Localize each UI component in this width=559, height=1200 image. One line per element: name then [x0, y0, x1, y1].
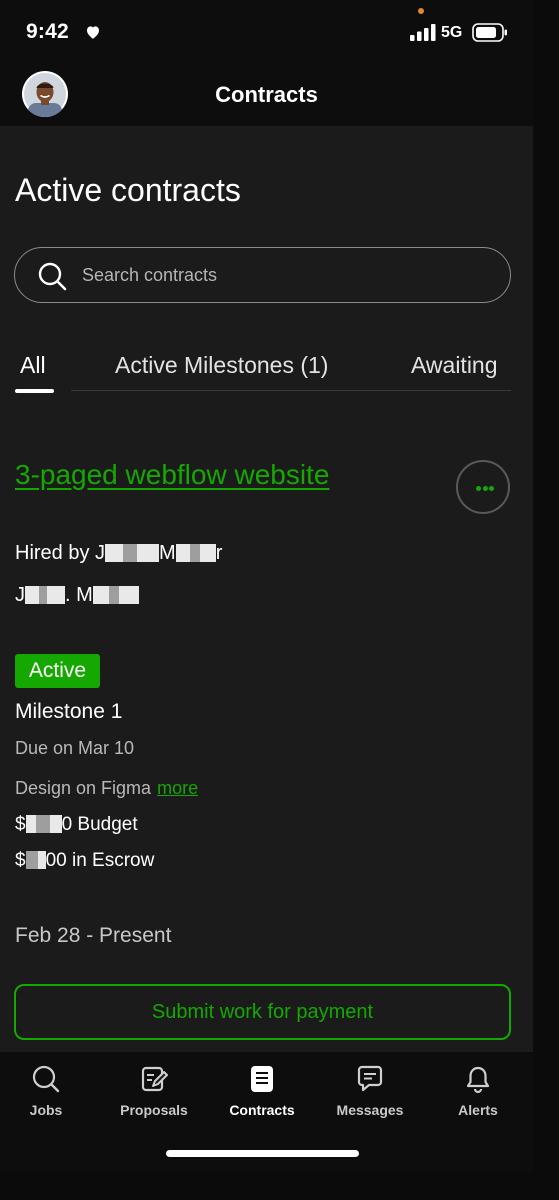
contract-period: Feb 28 - Present [15, 924, 172, 947]
active-tab-indicator [15, 389, 54, 393]
client-name-start: J [15, 584, 25, 606]
status-badge: Active [15, 654, 100, 688]
more-dot-icon [482, 486, 488, 491]
budget-suffix: 0 Budget [61, 814, 138, 835]
page-title: Active contracts [15, 172, 241, 208]
nav-alerts[interactable]: Alerts [424, 1064, 532, 1118]
heart-icon [87, 26, 99, 39]
home-indicator[interactable] [166, 1150, 359, 1157]
milestone-description-text: Design on Figma [15, 778, 152, 798]
hired-by-line: Hired by J Mr [15, 542, 222, 565]
privacy-indicator-dot [418, 8, 424, 14]
milestone-description: Design on Figma more [15, 778, 198, 799]
redacted-block [105, 544, 124, 562]
app-screen: 9:42 5G Contracts Active contracts Searc… [0, 0, 533, 1172]
contract-more-options-button[interactable] [456, 460, 510, 514]
redacted-block [25, 815, 36, 833]
contract-title-link[interactable]: 3-paged webflow website [15, 459, 329, 491]
more-dot-icon [476, 486, 481, 491]
hired-by-end: r [215, 542, 223, 564]
top-navbar: Contracts [0, 62, 533, 126]
escrow-suffix: 00 in Escrow [45, 850, 155, 871]
redacted-block [118, 586, 139, 604]
tab-awaiting[interactable]: Awaiting [411, 352, 498, 379]
search-icon [32, 1065, 60, 1093]
search-icon [38, 262, 67, 291]
redacted-block [108, 586, 119, 604]
page-header-title: Contracts [215, 82, 318, 107]
tab-all[interactable]: All [20, 352, 46, 379]
nav-alerts-label: Alerts [458, 1102, 498, 1118]
redacted-block [25, 851, 38, 869]
nav-jobs-label: Jobs [29, 1102, 63, 1118]
redacted-block [123, 544, 138, 562]
milestone-due-date: Due on Mar 10 [15, 738, 135, 758]
nav-messages[interactable]: Messages [316, 1064, 424, 1118]
bell-icon [466, 1066, 490, 1094]
nav-proposals[interactable]: Proposals [100, 1064, 208, 1118]
messages-icon [357, 1065, 383, 1092]
redacted-block [189, 544, 200, 562]
bottom-tab-bar: Jobs Proposals Contracts Messages Alerts [0, 1052, 533, 1172]
redacted-block [92, 586, 109, 604]
more-dot-icon [489, 486, 494, 491]
redacted-block [39, 586, 47, 604]
proposals-icon [141, 1066, 168, 1092]
budget-amount: $0 Budget [15, 814, 138, 836]
submit-work-button[interactable]: Submit work for payment [14, 984, 511, 1040]
tabs-divider [71, 390, 511, 391]
redacted-block [35, 815, 50, 833]
nav-jobs[interactable]: Jobs [0, 1064, 100, 1118]
redacted-block [49, 815, 62, 833]
status-bar: 9:42 5G [0, 0, 533, 62]
contract-tabs: All Active Milestones (1) Awaiting [0, 338, 533, 394]
search-bar[interactable] [14, 247, 511, 303]
nav-proposals-label: Proposals [120, 1102, 188, 1118]
client-name-line: J . M [15, 584, 139, 607]
network-type: 5G [441, 24, 463, 41]
redacted-block [175, 544, 190, 562]
redacted-block [37, 851, 46, 869]
nav-contracts-label: Contracts [229, 1102, 295, 1118]
redacted-block [199, 544, 216, 562]
hired-by-mid: M [159, 542, 176, 564]
hired-by-prefix: Hired by J [15, 542, 106, 564]
tab-active-milestones[interactable]: Active Milestones (1) [115, 352, 328, 379]
status-time: 9:42 [26, 20, 69, 43]
nav-messages-label: Messages [336, 1102, 404, 1118]
budget-prefix: $ [15, 814, 26, 835]
signal-icon [410, 24, 436, 41]
more-link[interactable]: more [157, 778, 198, 798]
contracts-icon [251, 1066, 273, 1092]
search-input[interactable] [82, 260, 482, 290]
redacted-block [137, 544, 160, 562]
battery-icon [472, 23, 507, 42]
client-name-mid: . M [65, 584, 93, 606]
redacted-block [25, 586, 39, 604]
escrow-amount: $00 in Escrow [15, 850, 154, 872]
escrow-prefix: $ [15, 850, 26, 871]
milestone-name: Milestone 1 [15, 700, 123, 723]
nav-contracts[interactable]: Contracts [208, 1064, 316, 1118]
redacted-block [47, 586, 65, 604]
